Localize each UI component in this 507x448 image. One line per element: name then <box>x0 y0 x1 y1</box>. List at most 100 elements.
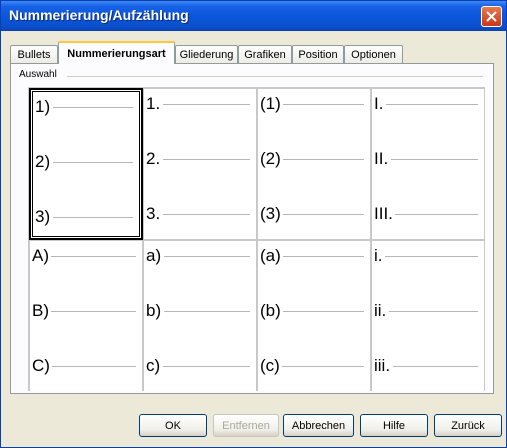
numbering-preview-row: 1) <box>35 96 133 118</box>
preview-text-line <box>283 214 364 215</box>
tab-grafiken[interactable]: Grafiken <box>238 45 292 63</box>
tab-gliederung[interactable]: Gliederung <box>175 45 238 63</box>
numbering-preview-row: (c) <box>260 355 364 377</box>
numbering-preview-row: II. <box>374 148 478 170</box>
tab-position[interactable]: Position <box>292 45 344 63</box>
group-divider <box>67 76 483 77</box>
numbering-preview-row: a) <box>146 245 250 267</box>
numbering-marker: c) <box>146 356 161 375</box>
preview-text-line <box>163 104 250 105</box>
preview-text-line <box>283 311 364 312</box>
remove-button[interactable]: Entfernen <box>213 414 279 437</box>
numbering-preview-row: 2) <box>35 151 133 173</box>
numbering-preview-row: B) <box>32 300 136 322</box>
preview-text-line <box>391 159 478 160</box>
title-bar[interactable]: Nummerierung/Aufzählung <box>1 1 506 31</box>
preview-text-line <box>283 159 364 160</box>
preview-text-line <box>164 311 250 312</box>
numbering-marker: A) <box>32 246 49 265</box>
numbering-style-option[interactable]: i. ii. iii. <box>372 241 484 391</box>
numbering-preview-row: b) <box>146 300 250 322</box>
back-button[interactable]: Zurück <box>434 414 502 437</box>
numbering-marker: 1. <box>146 94 161 113</box>
ok-button[interactable]: OK <box>139 414 207 437</box>
dialog-window: Nummerierung/Aufzählung Bullets Nummerie… <box>0 0 507 448</box>
numbering-preview-row: 3) <box>35 206 133 228</box>
numbering-marker: 2. <box>146 149 161 168</box>
numbering-marker: iii. <box>374 356 391 375</box>
preview-text-line <box>395 214 478 215</box>
numbering-style-option[interactable]: 1) 2) 3) <box>29 88 143 240</box>
numbering-preview-row: A) <box>32 245 136 267</box>
numbering-preview-row: (2) <box>260 148 364 170</box>
close-button[interactable] <box>481 6 502 27</box>
cancel-button[interactable]: Abbrechen <box>283 414 354 437</box>
tab-bullets[interactable]: Bullets <box>10 45 58 63</box>
tab-optionen[interactable]: Optionen <box>344 45 403 63</box>
preview-text-line <box>163 366 250 367</box>
numbering-marker: C) <box>32 356 50 375</box>
numbering-preview-row: 2. <box>146 148 250 170</box>
preview-text-line <box>164 256 250 257</box>
tab-panel-nummerierungsart: Auswahl 1) 2) 3) 1. 2. 3. (1) (2) (3) I. II. III. A)… <box>10 63 494 394</box>
numbering-style-option[interactable]: a) b) c) <box>144 241 256 391</box>
preview-text-line <box>51 256 136 257</box>
preview-text-line <box>53 107 133 108</box>
preview-text-line <box>283 104 364 105</box>
numbering-style-option[interactable]: (1) (2) (3) <box>258 89 370 239</box>
numbering-style-option[interactable]: A) B) C) <box>30 241 142 391</box>
numbering-preview-row: (1) <box>260 93 364 115</box>
numbering-style-option[interactable]: I. II. III. <box>372 89 484 239</box>
numbering-preview-row: C) <box>32 355 136 377</box>
numbering-style-grid: 1) 2) 3) 1. 2. 3. (1) (2) (3) I. II. III. A) B) C) a) b)… <box>28 87 485 391</box>
numbering-marker: a) <box>146 246 162 265</box>
numbering-marker: 2) <box>35 152 51 171</box>
window-title: Nummerierung/Aufzählung <box>9 7 189 23</box>
numbering-marker: II. <box>374 149 389 168</box>
preview-text-line <box>283 256 364 257</box>
numbering-preview-row: 3. <box>146 203 250 225</box>
preview-text-line <box>53 162 133 163</box>
preview-text-line <box>393 366 478 367</box>
numbering-marker: (a) <box>260 246 281 265</box>
preview-text-line <box>52 366 136 367</box>
numbering-marker: (1) <box>260 94 281 113</box>
group-label-auswahl: Auswahl <box>19 69 60 80</box>
preview-text-line <box>385 256 478 257</box>
numbering-marker: (3) <box>260 204 281 223</box>
numbering-marker: I. <box>374 94 384 113</box>
preview-text-line <box>163 159 250 160</box>
numbering-marker: B) <box>32 301 49 320</box>
numbering-preview-row: i. <box>374 245 478 267</box>
numbering-preview-row: (3) <box>260 203 364 225</box>
numbering-preview-row: 1. <box>146 93 250 115</box>
numbering-preview-row: iii. <box>374 355 478 377</box>
numbering-marker: 1) <box>35 97 51 116</box>
preview-text-line <box>51 311 136 312</box>
preview-text-line <box>163 214 250 215</box>
preview-text-line <box>389 311 478 312</box>
numbering-preview-row: ii. <box>374 300 478 322</box>
numbering-marker: ii. <box>374 301 387 320</box>
numbering-marker: 3. <box>146 204 161 223</box>
preview-text-line <box>282 366 364 367</box>
numbering-preview-row: c) <box>146 355 250 377</box>
numbering-style-option[interactable]: 1. 2. 3. <box>144 89 256 239</box>
numbering-marker: 3) <box>35 207 51 226</box>
numbering-preview-row: III. <box>374 203 478 225</box>
dialog-client-area: Bullets Nummerierungsart Gliederung Graf… <box>5 31 502 444</box>
numbering-marker: (c) <box>260 356 280 375</box>
tab-nummerierungsart[interactable]: Nummerierungsart <box>58 41 175 64</box>
numbering-style-option[interactable]: (a) (b) (c) <box>258 241 370 391</box>
numbering-marker: b) <box>146 301 162 320</box>
preview-text-line <box>386 104 478 105</box>
numbering-preview-row: I. <box>374 93 478 115</box>
numbering-marker: (2) <box>260 149 281 168</box>
numbering-preview-row: (a) <box>260 245 364 267</box>
help-button[interactable]: Hilfe <box>360 414 428 437</box>
numbering-preview-row: (b) <box>260 300 364 322</box>
numbering-marker: i. <box>374 246 383 265</box>
preview-text-line <box>53 217 133 218</box>
numbering-marker: (b) <box>260 301 281 320</box>
close-icon <box>486 11 497 22</box>
